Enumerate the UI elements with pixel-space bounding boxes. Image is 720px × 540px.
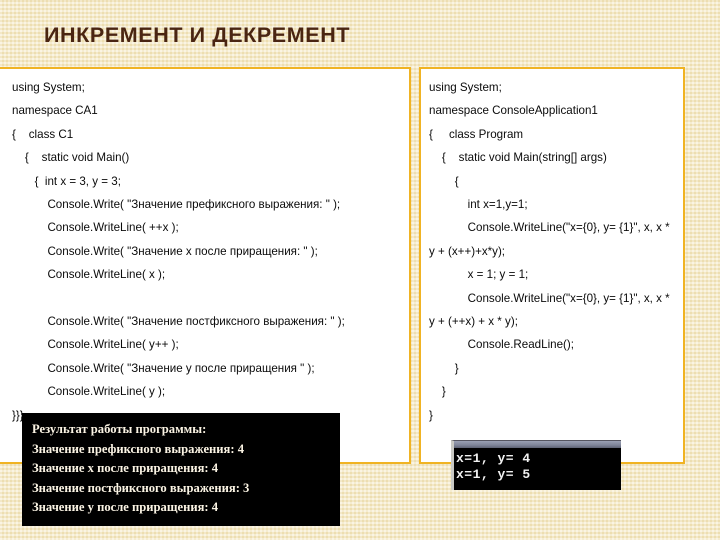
code-line: Console.Write( "Значение префиксного выр… <box>12 198 341 212</box>
code-block-left: using System; namespace CA1 { class C1 {… <box>0 69 409 427</box>
code-line: namespace ConsoleApplication1 <box>429 104 598 118</box>
console-line: Значение постфиксного выражения: 3 <box>32 480 250 495</box>
console-line: x=1, y= 4 <box>456 451 531 466</box>
console-window-right: x=1, y= 4 x=1, y= 5 <box>451 440 621 490</box>
code-line: { <box>429 174 459 188</box>
console-line: Значение у после приращения: 4 <box>32 500 219 515</box>
code-line: { int x = 3, y = 3; <box>12 174 121 188</box>
code-line: Console.WriteLine( ++x ); <box>12 221 179 235</box>
code-block-right: using System; namespace ConsoleApplicati… <box>421 69 683 427</box>
code-line: } <box>429 408 433 422</box>
code-panel-right: using System; namespace ConsoleApplicati… <box>419 67 685 464</box>
code-line: x = 1; y = 1; <box>429 268 529 282</box>
code-line: Console.WriteLine( y++ ); <box>12 338 179 352</box>
console-window-body: x=1, y= 4 x=1, y= 5 <box>454 448 621 483</box>
code-line: using System; <box>12 81 85 94</box>
code-panel-left: using System; namespace CA1 { class C1 {… <box>0 67 411 464</box>
console-line: Значение префиксного выражения: 4 <box>32 441 245 456</box>
code-line: { static void Main(string[] args) <box>429 151 607 165</box>
code-line: int x=1,y=1; <box>429 198 528 212</box>
console-line: Значение х после приращения: 4 <box>32 461 219 476</box>
code-line: { class Program <box>429 127 524 141</box>
page-title: ИНКРЕМЕНТ И ДЕКРЕМЕНТ <box>44 23 351 47</box>
code-line: Console.WriteLine( x ); <box>12 268 166 282</box>
code-line: Console.Write( "Значение постфиксного вы… <box>12 315 345 329</box>
code-line: Console.Write( "Значение у после прираще… <box>12 361 315 375</box>
code-line: Console.WriteLine( y ); <box>12 385 166 399</box>
code-line: { class C1 <box>12 127 74 141</box>
code-line: Console.WriteLine("x={0}, y= {1}", x, x … <box>429 291 673 329</box>
code-line: Console.WriteLine("x={0}, y= {1}", x, x … <box>429 221 673 258</box>
code-line: using System; <box>429 81 502 94</box>
console-output-left: Результат работы программы: Значение пре… <box>22 413 340 526</box>
code-line: } <box>429 385 446 399</box>
console-line: x=1, y= 5 <box>456 467 531 482</box>
console-line: Результат работы программы: <box>32 422 207 436</box>
console-window-titlebar <box>454 441 621 448</box>
code-line: } <box>429 361 459 375</box>
code-line: Console.ReadLine(); <box>429 338 574 352</box>
slide-canvas: ИНКРЕМЕНТ И ДЕКРЕМЕНТ using System; name… <box>0 0 720 540</box>
code-line: Console.Write( "Значение х после прираще… <box>12 244 318 258</box>
code-line: namespace CA1 <box>12 104 98 118</box>
code-line: { static void Main() <box>12 151 130 165</box>
